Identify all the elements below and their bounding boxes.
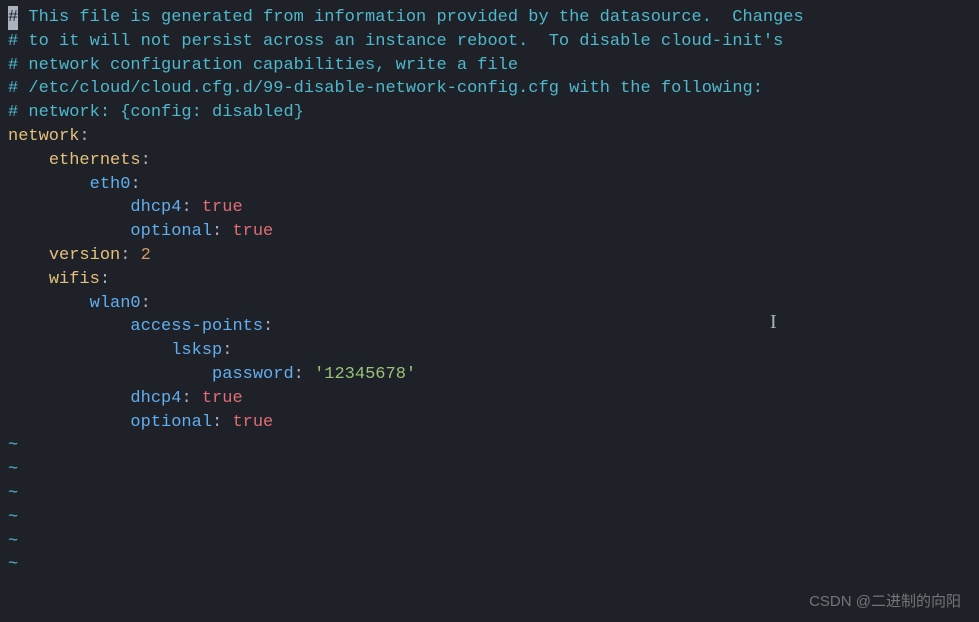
yaml-line: network: — [8, 125, 971, 149]
empty-line-tilde: ~ — [8, 553, 971, 577]
empty-line-tilde: ~ — [8, 530, 971, 554]
empty-line-tilde: ~ — [8, 506, 971, 530]
comment-line: # /etc/cloud/cloud.cfg.d/99-disable-netw… — [8, 77, 971, 101]
yaml-line: lsksp: — [8, 339, 971, 363]
text-cursor-icon: I — [770, 308, 777, 336]
yaml-line: optional: true — [8, 411, 971, 435]
editor-content[interactable]: # This file is generated from informatio… — [8, 6, 971, 577]
empty-line-tilde: ~ — [8, 434, 971, 458]
yaml-line: eth0: — [8, 173, 971, 197]
comment-line: # network configuration capabilities, wr… — [8, 54, 971, 78]
watermark-text: CSDN @二进制的向阳 — [809, 591, 961, 612]
comment-line: # network: {config: disabled} — [8, 101, 971, 125]
empty-line-tilde: ~ — [8, 482, 971, 506]
cursor-block: # — [8, 6, 18, 30]
yaml-line: version: 2 — [8, 244, 971, 268]
yaml-line: wlan0: — [8, 292, 971, 316]
comment-line: # This file is generated from informatio… — [8, 6, 971, 30]
comment-line: # to it will not persist across an insta… — [8, 30, 971, 54]
yaml-line: optional: true — [8, 220, 971, 244]
yaml-line: wifis: — [8, 268, 971, 292]
yaml-line: dhcp4: true — [8, 387, 971, 411]
yaml-line: access-points: — [8, 315, 971, 339]
yaml-line: password: '12345678' — [8, 363, 971, 387]
yaml-line: ethernets: — [8, 149, 971, 173]
yaml-line: dhcp4: true — [8, 196, 971, 220]
empty-line-tilde: ~ — [8, 458, 971, 482]
